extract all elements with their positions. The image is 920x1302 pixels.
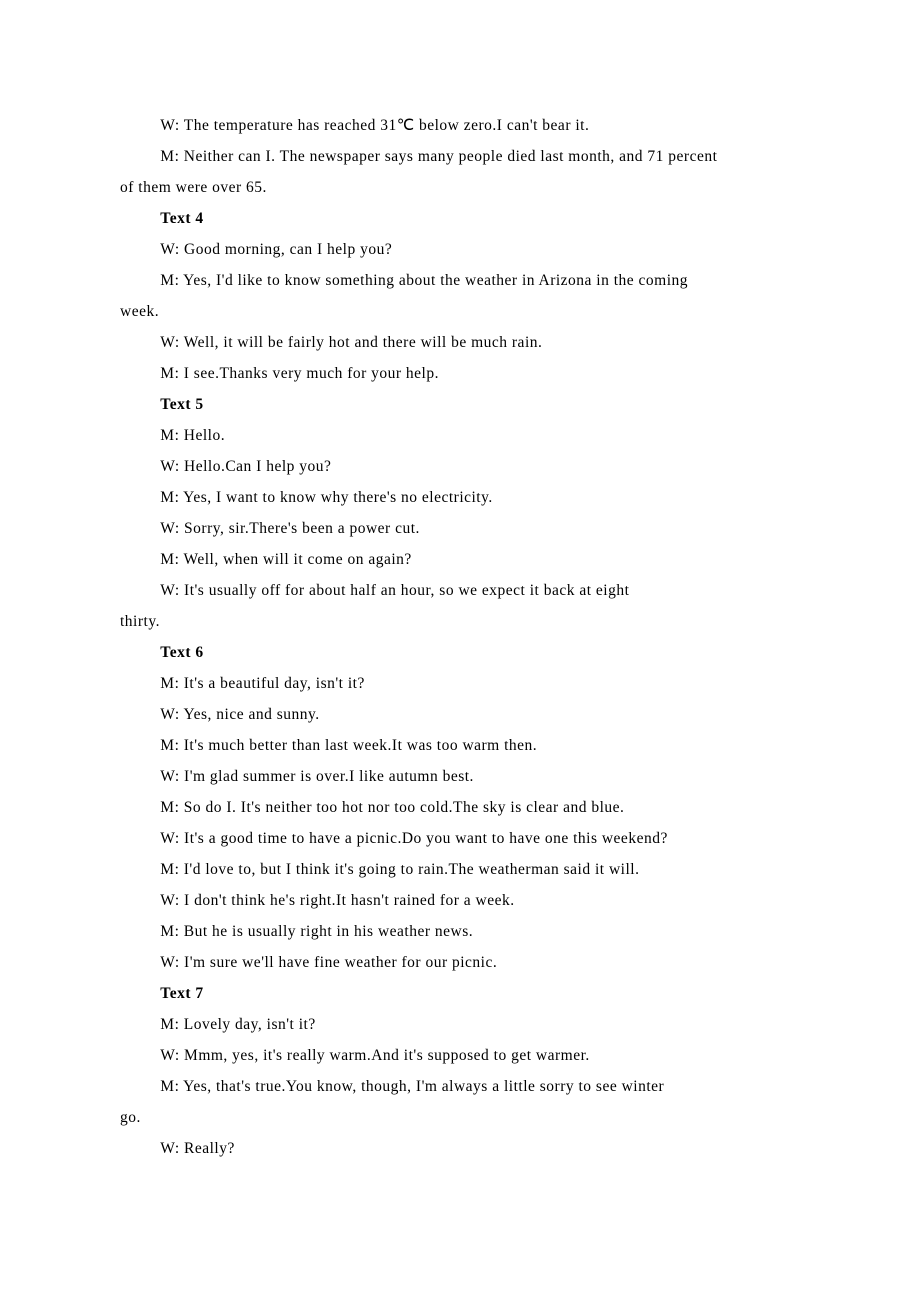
dialogue-line: week. bbox=[120, 296, 800, 327]
dialogue-line: M: Yes, that's true.You know, though, I'… bbox=[120, 1071, 800, 1102]
dialogue-line: M: Lovely day, isn't it? bbox=[120, 1009, 800, 1040]
dialogue-line: W: I'm sure we'll have fine weather for … bbox=[120, 947, 800, 978]
dialogue-line: M: But he is usually right in his weathe… bbox=[120, 916, 800, 947]
dialogue-line: W: Really? bbox=[120, 1133, 800, 1164]
dialogue-line: M: Well, when will it come on again? bbox=[120, 544, 800, 575]
dialogue-line: M: It's much better than last week.It wa… bbox=[120, 730, 800, 761]
section-heading: Text 4 bbox=[120, 203, 800, 234]
section-heading: Text 7 bbox=[120, 978, 800, 1009]
dialogue-line: thirty. bbox=[120, 606, 800, 637]
dialogue-line: M: So do I. It's neither too hot nor too… bbox=[120, 792, 800, 823]
dialogue-line: M: I see.Thanks very much for your help. bbox=[120, 358, 800, 389]
dialogue-line: W: It's usually off for about half an ho… bbox=[120, 575, 800, 606]
dialogue-line: W: Good morning, can I help you? bbox=[120, 234, 800, 265]
dialogue-line: W: Hello.Can I help you? bbox=[120, 451, 800, 482]
dialogue-line: M: Neither can I. The newspaper says man… bbox=[120, 141, 800, 172]
section-heading: Text 5 bbox=[120, 389, 800, 420]
dialogue-line: M: Yes, I'd like to know something about… bbox=[120, 265, 800, 296]
dialogue-line: W: I don't think he's right.It hasn't ra… bbox=[120, 885, 800, 916]
document-page: W: The temperature has reached 31℃ below… bbox=[0, 0, 920, 1244]
section-heading: Text 6 bbox=[120, 637, 800, 668]
dialogue-line: W: I'm glad summer is over.I like autumn… bbox=[120, 761, 800, 792]
dialogue-line: W: Well, it will be fairly hot and there… bbox=[120, 327, 800, 358]
dialogue-line: W: Yes, nice and sunny. bbox=[120, 699, 800, 730]
dialogue-line: go. bbox=[120, 1102, 800, 1133]
dialogue-line: W: Sorry, sir.There's been a power cut. bbox=[120, 513, 800, 544]
dialogue-line: W: Mmm, yes, it's really warm.And it's s… bbox=[120, 1040, 800, 1071]
dialogue-line: M: Hello. bbox=[120, 420, 800, 451]
dialogue-line: W: It's a good time to have a picnic.Do … bbox=[120, 823, 800, 854]
dialogue-line: W: The temperature has reached 31℃ below… bbox=[120, 110, 800, 141]
dialogue-line: of them were over 65. bbox=[120, 172, 800, 203]
dialogue-line: M: I'd love to, but I think it's going t… bbox=[120, 854, 800, 885]
dialogue-line: M: It's a beautiful day, isn't it? bbox=[120, 668, 800, 699]
dialogue-line: M: Yes, I want to know why there's no el… bbox=[120, 482, 800, 513]
